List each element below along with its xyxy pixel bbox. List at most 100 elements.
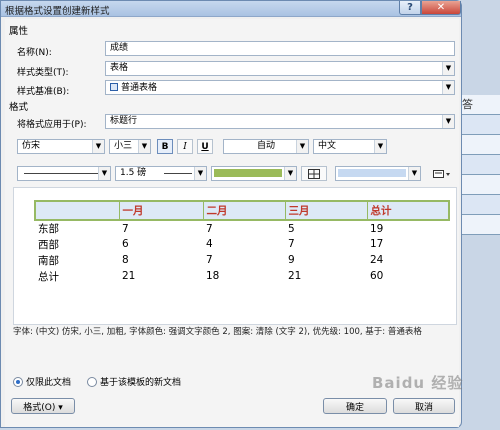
table-cell: 7 <box>206 254 213 266</box>
option-this-document[interactable]: 仅限此文档 <box>13 375 71 388</box>
title-bar: 根据格式设置创建新样式 ? ✕ <box>1 1 461 17</box>
format-section-label: 格式 <box>9 102 29 113</box>
table-cell: 东部 <box>38 223 59 235</box>
border-line-sample <box>24 173 98 174</box>
name-label: 名称(N): <box>17 48 52 58</box>
close-button[interactable]: ✕ <box>421 1 461 15</box>
background-document-strip <box>460 95 500 245</box>
borders-grid-icon <box>308 168 320 179</box>
background-glyph: 答 <box>462 98 473 111</box>
font-color-value: 自动 <box>256 141 275 151</box>
chevron-down-icon[interactable]: ▼ <box>98 167 110 180</box>
preview-header-row: 一月 二月 三月 总计 <box>34 200 450 221</box>
underline-button[interactable]: U <box>197 139 213 154</box>
alignment-button[interactable] <box>429 166 455 181</box>
option-new-documents-label: 基于该模板的新文档 <box>100 378 182 388</box>
style-base-value: 普通表格 <box>121 83 158 93</box>
language-value: 中文 <box>318 141 337 151</box>
border-width-select[interactable]: 1.5 磅 ▼ <box>115 166 207 181</box>
table-cell: 60 <box>370 270 384 282</box>
preview-table: 一月 二月 三月 总计 东部 7 7 5 19 西部 6 4 7 17 南部 8… <box>34 200 450 284</box>
italic-button[interactable]: I <box>177 139 193 154</box>
table-cell: 19 <box>370 222 384 235</box>
format-menu-button[interactable]: 格式(O) ▾ <box>11 398 75 414</box>
apply-to-label: 将格式应用于(P): <box>17 120 87 130</box>
chevron-down-icon[interactable]: ▼ <box>194 167 206 180</box>
font-color-select[interactable]: 自动 ▼ <box>223 139 309 154</box>
table-row: 南部 8 7 9 24 <box>35 252 449 268</box>
option-new-documents[interactable]: 基于该模板的新文档 <box>87 375 181 388</box>
chevron-down-icon[interactable]: ▼ <box>296 140 308 153</box>
help-button[interactable]: ? <box>399 1 421 15</box>
create-style-dialog: 根据格式设置创建新样式 ? ✕ 属性 名称(N): 成绩 样式类型(T): 表格… <box>0 0 462 428</box>
borders-button[interactable] <box>301 166 327 181</box>
radio-selected-icon[interactable] <box>13 376 23 387</box>
table-cell: 南部 <box>38 254 59 267</box>
border-style-select[interactable]: ▼ <box>17 166 111 181</box>
table-cell: 21 <box>288 270 302 282</box>
chevron-down-icon[interactable]: ▼ <box>92 140 104 153</box>
dialog-title: 根据格式设置创建新样式 <box>5 6 110 17</box>
table-cell: 6 <box>122 238 129 250</box>
watermark: Baidu 经验 <box>372 374 464 392</box>
style-base-select[interactable]: 普通表格 ▼ <box>105 80 455 95</box>
table-cell: 8 <box>122 254 129 266</box>
style-type-label: 样式类型(T): <box>17 68 69 78</box>
preview-header-cell: 总计 <box>366 200 450 221</box>
style-description: 字体: (中文) 仿宋, 小三, 加粗, 字体颜色: 强调文字颜色 2, 图案:… <box>13 327 422 337</box>
chevron-down-icon[interactable]: ▼ <box>284 167 296 180</box>
preview-header-cell: 二月 <box>202 200 285 221</box>
properties-section-label: 属性 <box>9 26 29 37</box>
chevron-down-icon[interactable]: ▼ <box>442 62 454 75</box>
chevron-down-icon[interactable]: ▼ <box>138 140 150 153</box>
name-input[interactable]: 成绩 <box>105 41 455 56</box>
table-cell: 5 <box>288 222 295 235</box>
table-cell: 7 <box>288 238 295 250</box>
shading-color-select[interactable]: ▼ <box>335 166 421 181</box>
preview-header-cell: 一月 <box>118 200 203 221</box>
name-value: 成绩 <box>110 43 129 53</box>
style-base-label: 样式基准(B): <box>17 87 70 97</box>
font-select[interactable]: 仿宋 ▼ <box>17 139 105 154</box>
style-type-value: 表格 <box>110 63 129 73</box>
border-color-select[interactable]: ▼ <box>211 166 297 181</box>
table-cell: 17 <box>370 238 384 250</box>
chevron-down-icon[interactable]: ▼ <box>442 81 454 94</box>
radio-unselected-icon[interactable] <box>87 376 97 387</box>
border-color-swatch <box>214 169 282 177</box>
font-size-select[interactable]: 小三 ▼ <box>109 139 151 154</box>
border-width-sample <box>164 173 192 174</box>
shading-color-swatch <box>338 169 406 177</box>
style-preview: 一月 二月 三月 总计 东部 7 7 5 19 西部 6 4 7 17 南部 8… <box>13 187 457 325</box>
chevron-down-icon[interactable]: ▼ <box>442 115 454 128</box>
table-style-icon <box>110 83 118 91</box>
chevron-down-icon[interactable]: ▼ <box>408 167 420 180</box>
apply-to-value: 标题行 <box>110 116 138 126</box>
cancel-button[interactable]: 取消 <box>393 398 455 414</box>
dialog-body: 属性 名称(N): 成绩 样式类型(T): 表格 ▼ 样式基准(B): 普通表格… <box>5 19 459 427</box>
bold-button[interactable]: B <box>157 139 173 154</box>
preview-header-cell: 三月 <box>284 200 367 221</box>
table-cell: 9 <box>288 254 295 266</box>
table-cell: 21 <box>122 270 136 282</box>
table-cell: 西部 <box>38 238 59 251</box>
table-cell: 7 <box>122 222 129 235</box>
table-cell: 总计 <box>38 270 59 283</box>
table-cell: 18 <box>206 270 220 282</box>
table-cell: 4 <box>206 238 213 250</box>
option-this-document-label: 仅限此文档 <box>26 378 72 388</box>
table-row: 西部 6 4 7 17 <box>35 236 449 252</box>
font-size-value: 小三 <box>114 141 133 151</box>
language-select[interactable]: 中文 ▼ <box>313 139 387 154</box>
apply-to-select[interactable]: 标题行 ▼ <box>105 114 455 129</box>
ok-button[interactable]: 确定 <box>323 398 387 414</box>
style-type-select[interactable]: 表格 ▼ <box>105 61 455 76</box>
table-row: 东部 7 7 5 19 <box>35 220 449 236</box>
font-value: 仿宋 <box>22 141 41 151</box>
preview-header-cell <box>34 200 119 221</box>
chevron-down-icon[interactable]: ▼ <box>374 140 386 153</box>
cell-alignment-icon <box>433 169 450 178</box>
table-row: 总计 21 18 21 60 <box>35 268 449 284</box>
table-cell: 7 <box>206 222 213 235</box>
border-width-value: 1.5 磅 <box>120 168 147 178</box>
